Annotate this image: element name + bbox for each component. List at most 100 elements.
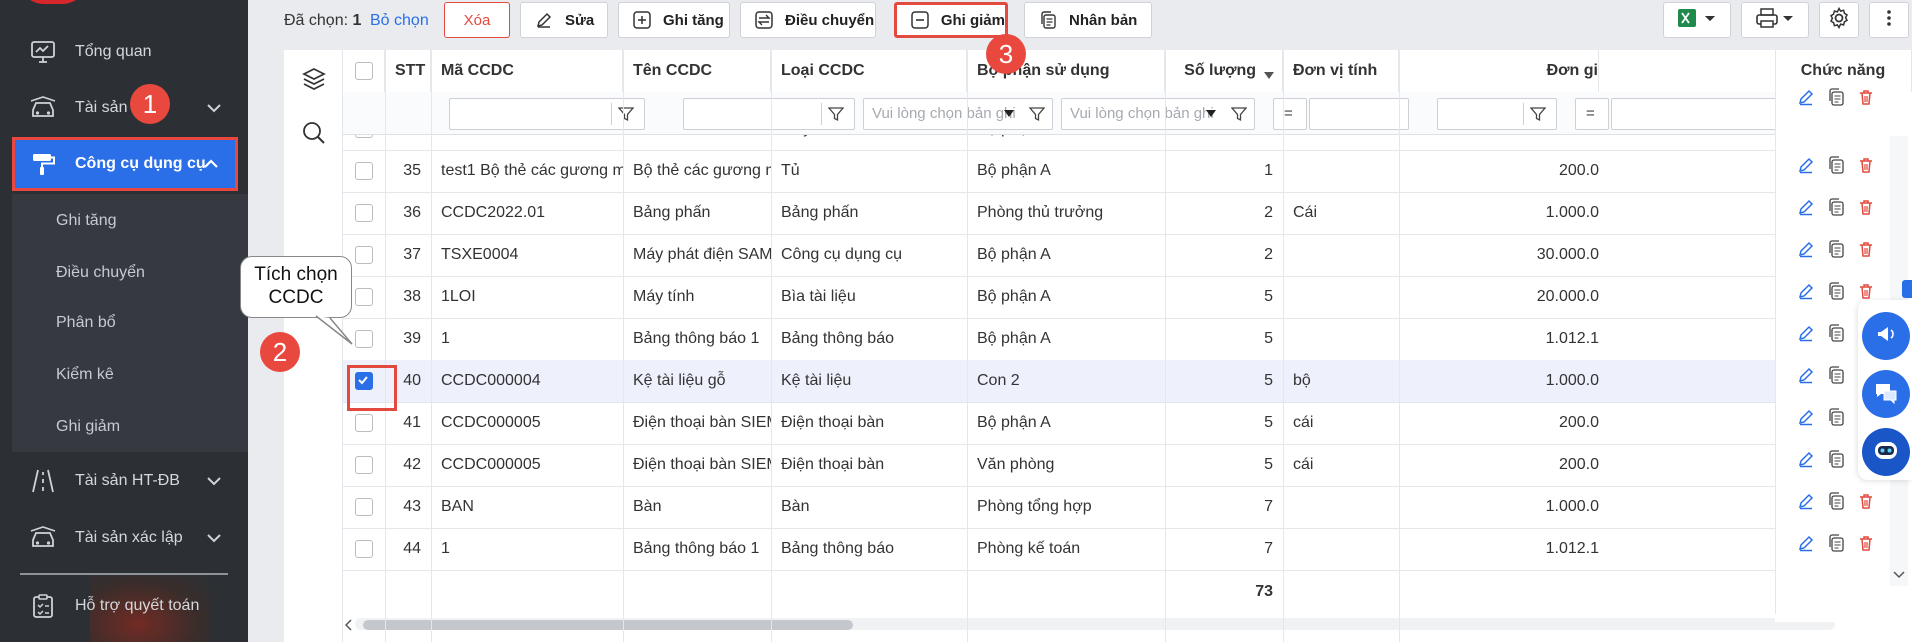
decrease-button[interactable]: Ghi giảm: [894, 2, 1008, 38]
copy-icon[interactable]: [1825, 490, 1847, 512]
deselect-link[interactable]: Bỏ chọn: [370, 12, 429, 30]
checkbox-cell[interactable]: [343, 528, 385, 570]
print-button[interactable]: [1741, 2, 1809, 38]
row-checkbox[interactable]: [355, 246, 373, 264]
trash-icon[interactable]: [1855, 280, 1877, 302]
column-header-quantity[interactable]: Số lượng: [1165, 50, 1283, 92]
edit-icon[interactable]: [1795, 280, 1817, 302]
trash-icon[interactable]: [1855, 196, 1877, 218]
caret-down-icon[interactable]: [998, 103, 1020, 125]
delete-button[interactable]: Xóa: [444, 2, 510, 38]
row-checkbox[interactable]: [355, 498, 373, 516]
copy-icon[interactable]: [1825, 532, 1847, 554]
filter-icon[interactable]: [821, 103, 850, 125]
virtual-assistant-button[interactable]: [1862, 428, 1910, 476]
copy-icon[interactable]: [1825, 154, 1847, 176]
copy-icon[interactable]: [1825, 196, 1847, 218]
filter-icon[interactable]: [1523, 103, 1552, 125]
edit-icon[interactable]: [1795, 364, 1817, 386]
increase-button[interactable]: Ghi tăng: [618, 2, 730, 38]
chevron-down-icon[interactable]: [204, 98, 224, 118]
transfer-button[interactable]: Điều chuyển: [740, 2, 876, 38]
table-row[interactable]: 40 CCDC000004 Kệ tài liệu gỗ Kệ tài liệu Con…: [343, 360, 1912, 403]
table-row[interactable]: 38 1LOI Máy tính Bìa tài liệu Bộ phận A 5 20.0…: [343, 276, 1912, 319]
select-all-checkbox[interactable]: [355, 62, 373, 80]
trash-icon[interactable]: [1855, 86, 1877, 108]
edit-icon[interactable]: [1795, 532, 1817, 554]
quantity-operator[interactable]: =: [1273, 98, 1307, 130]
copy-icon[interactable]: [1825, 280, 1847, 302]
edit-icon[interactable]: [1795, 86, 1817, 108]
table-row[interactable]: 39 1 Bảng thông báo 1 Bảng thông báo Bộ phận…: [343, 318, 1912, 361]
sort-desc-icon[interactable]: [1264, 67, 1274, 85]
table-row[interactable]: 44 1 Bảng thông báo 1 Bảng thông báo Phòng k…: [343, 528, 1912, 571]
filter-icon[interactable]: [1228, 103, 1250, 125]
price-filter-input[interactable]: [1611, 98, 1801, 130]
duplicate-button[interactable]: Nhân bản: [1024, 2, 1152, 38]
side-expand-tab[interactable]: [1902, 280, 1912, 298]
table-row[interactable]: 34 1LOI 1LOI Máy tính Bộ phận A 1 20.: [343, 135, 1912, 151]
edit-icon[interactable]: [1795, 238, 1817, 260]
trash-icon[interactable]: [1855, 490, 1877, 512]
trash-icon[interactable]: [1855, 532, 1877, 554]
checkbox-cell[interactable]: [343, 192, 385, 234]
column-header-stt[interactable]: STT: [385, 50, 431, 92]
column-header-name[interactable]: Tên CCDC: [623, 50, 771, 92]
row-checkbox[interactable]: [355, 204, 373, 222]
checkbox-cell[interactable]: [343, 486, 385, 528]
copy-icon[interactable]: [1825, 322, 1847, 344]
table-row[interactable]: 42 CCDC000005 Điện thoại bàn SIEMEN Điện th…: [343, 444, 1912, 487]
header-select-all[interactable]: [343, 50, 385, 92]
edit-icon[interactable]: [1795, 448, 1817, 470]
more-button[interactable]: [1869, 2, 1909, 38]
trash-icon[interactable]: [1855, 154, 1877, 176]
chevron-down-icon[interactable]: [204, 471, 224, 491]
name-filter-input[interactable]: [683, 98, 855, 130]
edit-icon[interactable]: [1795, 322, 1817, 344]
table-row[interactable]: 41CCDC000005Điện thoại bàn SIEMENĐiện th…: [343, 402, 1912, 445]
table-row[interactable]: 37 TSXE0004 Máy phát điện SAMCO Công cụ dụn…: [343, 234, 1912, 277]
chevron-down-icon[interactable]: [204, 528, 224, 548]
sidebar-item-settlement-support[interactable]: Hỗ trợ quyết toán: [0, 580, 248, 632]
column-header-unit[interactable]: Đơn vị tính: [1283, 50, 1399, 92]
submenu-item-transfer[interactable]: Điều chuyển: [56, 264, 145, 282]
edit-button[interactable]: Sửa: [520, 2, 608, 38]
trash-icon[interactable]: [1855, 238, 1877, 260]
copy-icon[interactable]: [1825, 86, 1847, 108]
layers-icon[interactable]: [301, 66, 327, 97]
submenu-item-decrease[interactable]: Ghi giảm: [56, 418, 120, 436]
horizontal-scrollbar-thumb[interactable]: [363, 620, 853, 630]
submenu-item-inventory[interactable]: Kiểm kê: [56, 366, 114, 384]
type-filter-select[interactable]: Vui lòng chọn bản ghi: [863, 98, 1053, 130]
checkbox-cell[interactable]: [343, 150, 385, 192]
column-header-code[interactable]: Mã CCDC: [431, 50, 623, 92]
scroll-down-icon[interactable]: [1893, 566, 1905, 584]
caret-down-icon[interactable]: [1200, 103, 1222, 125]
row-checkbox[interactable]: [355, 540, 373, 558]
row-checkbox[interactable]: [355, 288, 373, 306]
price-operator[interactable]: =: [1575, 98, 1609, 130]
column-header-unit-price[interactable]: Đơn gi: [1399, 50, 1599, 92]
copy-icon[interactable]: [1825, 238, 1847, 260]
unit-filter-input[interactable]: [1437, 98, 1557, 130]
search-icon[interactable]: [301, 120, 327, 151]
edit-icon[interactable]: [1795, 406, 1817, 428]
excel-export-button[interactable]: [1663, 2, 1731, 38]
row-checkbox[interactable]: [355, 456, 373, 474]
filter-icon[interactable]: [1026, 103, 1048, 125]
row-checkbox[interactable]: [355, 135, 373, 138]
sidebar-item-established-assets[interactable]: Tài sản xác lập: [0, 512, 248, 564]
table-row[interactable]: 35 test1 Bộ thẻ các gương mặt c... Bộ thẻ …: [343, 150, 1912, 193]
edit-icon[interactable]: [1795, 154, 1817, 176]
code-filter-input[interactable]: [449, 98, 645, 130]
filter-icon[interactable]: [611, 103, 640, 125]
row-checkbox[interactable]: [355, 162, 373, 180]
scroll-left-icon[interactable]: [344, 618, 353, 636]
table-row[interactable]: 36 CCDC2022.01 Bảng phấn Bảng phấn Phòng thủ…: [343, 192, 1912, 235]
submenu-item-increase[interactable]: Ghi tăng: [56, 212, 116, 230]
settings-button[interactable]: [1819, 2, 1859, 38]
column-header-type[interactable]: Loại CCDC: [771, 50, 967, 92]
sidebar-item-infrastructure[interactable]: Tài sản HT-ĐB: [0, 455, 248, 507]
department-filter-select[interactable]: Vui lòng chọn bản ghi: [1061, 98, 1255, 130]
edit-icon[interactable]: [1795, 490, 1817, 512]
